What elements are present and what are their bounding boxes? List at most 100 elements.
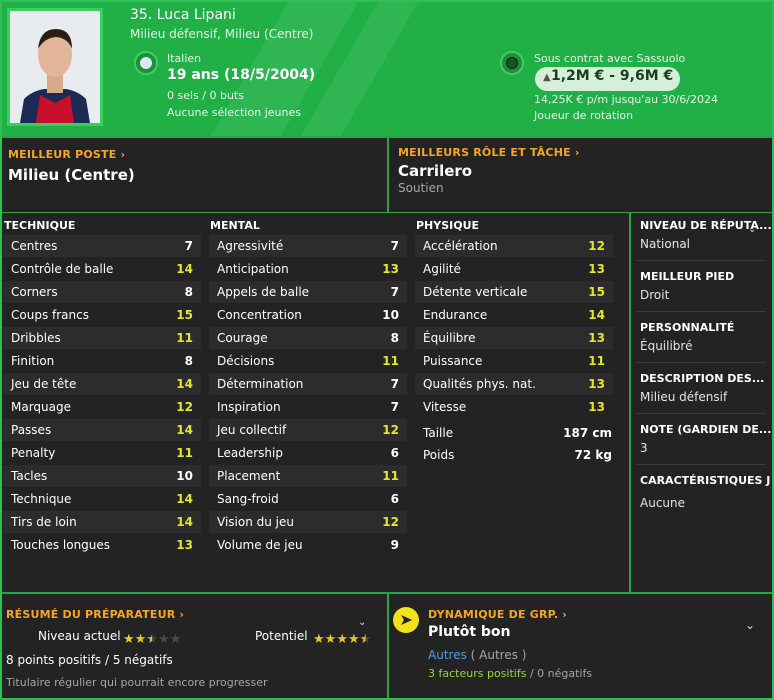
attribute-row[interactable]: Technique 14: [3, 488, 201, 510]
social-group-paren: ( Autres ): [470, 648, 527, 662]
attribute-name: Accélération: [423, 239, 498, 253]
attribute-row[interactable]: Tirs de loin 14: [3, 511, 201, 533]
attribute-row[interactable]: Centres 7: [3, 235, 201, 257]
attribute-row[interactable]: Vitesse 13: [415, 396, 613, 418]
player-photo[interactable]: [7, 8, 103, 126]
star-icon: ★: [123, 632, 135, 647]
gk-rating-value: 3: [640, 441, 648, 455]
coach-points: 8 points positifs / 5 négatifs: [6, 653, 173, 667]
attribute-value: 10: [176, 469, 193, 483]
weight-value: 72 kg: [574, 448, 612, 462]
star-icon: ★: [359, 632, 372, 647]
attribute-row[interactable]: Accélération 12: [415, 235, 613, 257]
attribute-row[interactable]: Jeu collectif 12: [209, 419, 407, 441]
attribute-row[interactable]: Sang-froid 6: [209, 488, 407, 510]
attribute-value: 10: [382, 308, 399, 322]
potential-ability-stars[interactable]: ★★★★★: [313, 628, 371, 647]
contract-club[interactable]: Sous contrat avec Sassuolo: [534, 52, 685, 65]
attribute-row[interactable]: Vision du jeu 12: [209, 511, 407, 533]
chevron-down-icon[interactable]: ⌄: [748, 224, 756, 235]
attribute-name: Courage: [217, 331, 268, 345]
attribute-value: 15: [176, 308, 193, 322]
best-role-label[interactable]: MEILLEURS RÔLE ET TÂCHE ›: [398, 146, 580, 159]
youth-caps: Aucune sélection jeunes: [167, 106, 301, 119]
attribute-row[interactable]: Détente verticale 15: [415, 281, 613, 303]
media-description-label: DESCRIPTION DES...: [640, 372, 765, 385]
social-group-link[interactable]: Autres: [428, 648, 467, 662]
star-icon: ★: [347, 632, 360, 647]
attribute-row[interactable]: Agilité 13: [415, 258, 613, 280]
attribute-value: 14: [176, 262, 193, 276]
attribute-row[interactable]: Décisions 11: [209, 350, 407, 372]
attribute-row[interactable]: Appels de balle 7: [209, 281, 407, 303]
attribute-row[interactable]: Leadership 6: [209, 442, 407, 464]
weight-label: Poids: [423, 448, 455, 462]
attribute-name: Sang-froid: [217, 492, 279, 506]
height-label: Taille: [423, 426, 454, 440]
attribute-name: Jeu de tête: [11, 377, 77, 391]
attribute-row[interactable]: Penalty 11: [3, 442, 201, 464]
attribute-row[interactable]: Courage 8: [209, 327, 407, 349]
attribute-value: 6: [390, 492, 399, 506]
nationality[interactable]: Italien: [167, 52, 201, 65]
divider: [636, 362, 766, 363]
attribute-row[interactable]: Équilibre 13: [415, 327, 613, 349]
attribute-name: Marquage: [11, 400, 72, 414]
attribute-row[interactable]: Tacles 10: [3, 465, 201, 487]
attribute-row[interactable]: Puissance 11: [415, 350, 613, 372]
current-ability-stars[interactable]: ★★★★★: [123, 628, 181, 647]
attribute-row[interactable]: Inspiration 7: [209, 396, 407, 418]
current-ability-label: Niveau actuel: [38, 629, 121, 643]
attribute-row[interactable]: Coups francs 15: [3, 304, 201, 326]
attribute-row[interactable]: Placement 11: [209, 465, 407, 487]
star-icon: ★: [313, 632, 325, 647]
attribute-value: 13: [588, 377, 605, 391]
attribute-row[interactable]: Concentration 10: [209, 304, 407, 326]
attribute-value: 14: [176, 515, 193, 529]
attribute-name: Passes: [11, 423, 52, 437]
attribute-row[interactable]: Jeu de tête 14: [3, 373, 201, 395]
attribute-value: 7: [390, 400, 399, 414]
attribute-row[interactable]: Dribbles 11: [3, 327, 201, 349]
attribute-row[interactable]: Endurance 14: [415, 304, 613, 326]
attribute-value: 12: [588, 239, 605, 253]
star-icon: ★: [157, 632, 170, 647]
best-position-label[interactable]: MEILLEUR POSTE ›: [8, 148, 125, 161]
attribute-row[interactable]: Volume de jeu 9: [209, 534, 407, 556]
personality-label: PERSONNALITÉ: [640, 321, 735, 334]
traits-label: CARACTÉRISTIQUES J: [640, 474, 771, 487]
attribute-row[interactable]: Détermination 7: [209, 373, 407, 395]
attribute-row[interactable]: Anticipation 13: [209, 258, 407, 280]
dynamics-label[interactable]: DYNAMIQUE DE GRP. ›: [428, 608, 567, 621]
club-badge-icon[interactable]: [500, 51, 524, 75]
player-positions: Milieu défensif, Milieu (Centre): [130, 27, 314, 41]
attribute-value: 11: [382, 469, 399, 483]
attribute-row[interactable]: Finition 8: [3, 350, 201, 372]
attribute-value: 15: [588, 285, 605, 299]
attribute-row[interactable]: Marquage 12: [3, 396, 201, 418]
attribute-value: 12: [176, 400, 193, 414]
attribute-name: Tacles: [11, 469, 48, 483]
attribute-row[interactable]: Passes 14: [3, 419, 201, 441]
personality-value[interactable]: Équilibré: [640, 339, 692, 353]
height-value: 187 cm: [563, 426, 612, 440]
nation-flag-icon[interactable]: [134, 51, 158, 75]
attribute-name: Placement: [217, 469, 281, 483]
attribute-row[interactable]: Qualités phys. nat. 13: [415, 373, 613, 395]
star-icon: ★: [134, 632, 147, 647]
attribute-name: Vision du jeu: [217, 515, 294, 529]
chevron-down-icon[interactable]: ⌄: [358, 617, 366, 628]
star-icon: ★: [324, 632, 337, 647]
attribute-row[interactable]: Agressivité 7: [209, 235, 407, 257]
traits-value: Aucune: [640, 496, 686, 510]
attribute-row[interactable]: Contrôle de balle 14: [3, 258, 201, 280]
reputation-value: National: [640, 237, 691, 251]
attribute-value: 6: [390, 446, 399, 460]
chevron-down-icon[interactable]: ⌄: [745, 618, 755, 632]
player-age: 19 ans (18/5/2004): [167, 67, 316, 83]
attribute-row[interactable]: Corners 8: [3, 281, 201, 303]
attribute-value: 11: [176, 331, 193, 345]
coach-report-label[interactable]: RÉSUMÉ DU PRÉPARATEUR ›: [6, 608, 184, 621]
value-trend-icon: ▲: [543, 72, 551, 83]
attribute-row[interactable]: Touches longues 13: [3, 534, 201, 556]
